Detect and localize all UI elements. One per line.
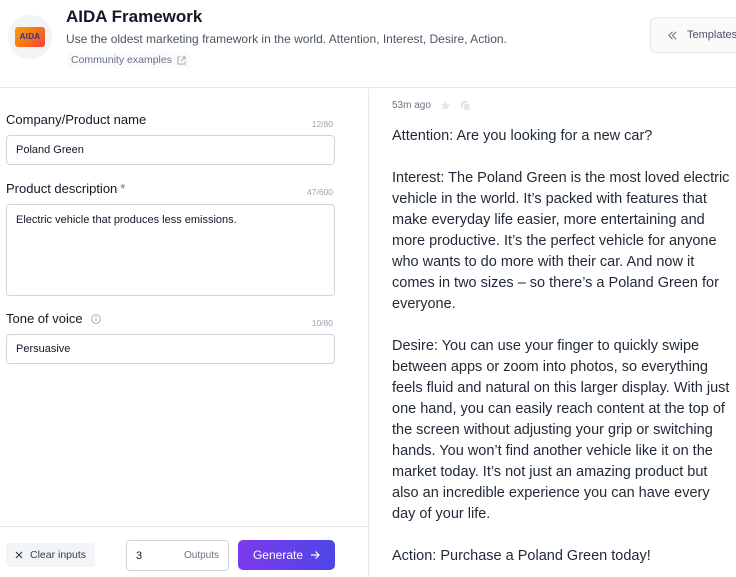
output-panel: 53m ago Attention: Are you looking for a… xyxy=(370,89,736,577)
arrow-right-icon xyxy=(311,551,320,559)
form-footer: Clear inputs 3 Outputs Generate xyxy=(0,526,369,577)
app-header: AIDA AIDA Framework Use the oldest marke… xyxy=(0,0,736,88)
output-timestamp: 53m ago xyxy=(392,100,431,111)
company-name-input[interactable]: Poland Green xyxy=(6,135,335,165)
outputs-count-value: 3 xyxy=(136,549,143,562)
tone-counter: 10/80 xyxy=(311,318,333,328)
generate-button[interactable]: Generate xyxy=(238,540,335,570)
description-counter: 47/600 xyxy=(307,187,333,197)
output-paragraph-action: Action: Purchase a Poland Green today! xyxy=(392,548,651,564)
output-paragraph-desire: Desire: You can use your finger to quick… xyxy=(392,338,730,522)
external-link-icon xyxy=(177,55,186,65)
tone-of-voice-input[interactable]: Persuasive xyxy=(6,334,335,364)
chevrons-left-icon xyxy=(668,31,677,39)
company-name-value: Poland Green xyxy=(16,144,84,156)
tone-label: Tone of voice xyxy=(6,311,101,326)
aida-logo: AIDA xyxy=(8,15,52,59)
outputs-label: Outputs xyxy=(183,550,219,561)
company-label: Company/Product name xyxy=(6,112,147,127)
copy-icon[interactable] xyxy=(460,100,471,111)
clear-inputs-label: Clear inputs xyxy=(30,549,87,561)
output-paragraph-interest: Interest: The Poland Green is the most l… xyxy=(392,170,730,312)
output-paragraph-attention: Attention: Are you looking for a new car… xyxy=(392,128,653,144)
community-examples-link[interactable]: Community examples xyxy=(67,52,190,68)
community-examples-label: Community examples xyxy=(71,54,172,66)
outputs-count-input[interactable]: 3 Outputs xyxy=(126,540,229,571)
star-icon[interactable] xyxy=(440,100,451,111)
info-icon[interactable] xyxy=(91,314,101,324)
page-title: AIDA Framework xyxy=(66,7,203,26)
description-label: Product description * xyxy=(6,181,126,196)
product-description-textarea[interactable]: Electric vehicle that produces less emis… xyxy=(6,204,335,296)
generate-label: Generate xyxy=(252,548,304,562)
output-meta: 53m ago xyxy=(392,100,471,111)
input-panel: Company/Product name 12/80 Poland Green … xyxy=(0,89,369,577)
templates-button[interactable]: Templates xyxy=(650,17,736,53)
product-description-value: Electric vehicle that produces less emis… xyxy=(16,214,237,226)
generated-output: Attention: Are you looking for a new car… xyxy=(392,126,734,577)
clear-inputs-button[interactable]: Clear inputs xyxy=(6,543,96,567)
close-icon xyxy=(15,551,23,559)
page-subtitle: Use the oldest marketing framework in th… xyxy=(66,32,507,46)
templates-label: Templates xyxy=(687,29,736,41)
company-counter: 12/80 xyxy=(311,119,333,129)
logo-text: AIDA xyxy=(19,32,41,41)
required-mark: * xyxy=(120,181,126,196)
tone-of-voice-value: Persuasive xyxy=(16,343,71,355)
